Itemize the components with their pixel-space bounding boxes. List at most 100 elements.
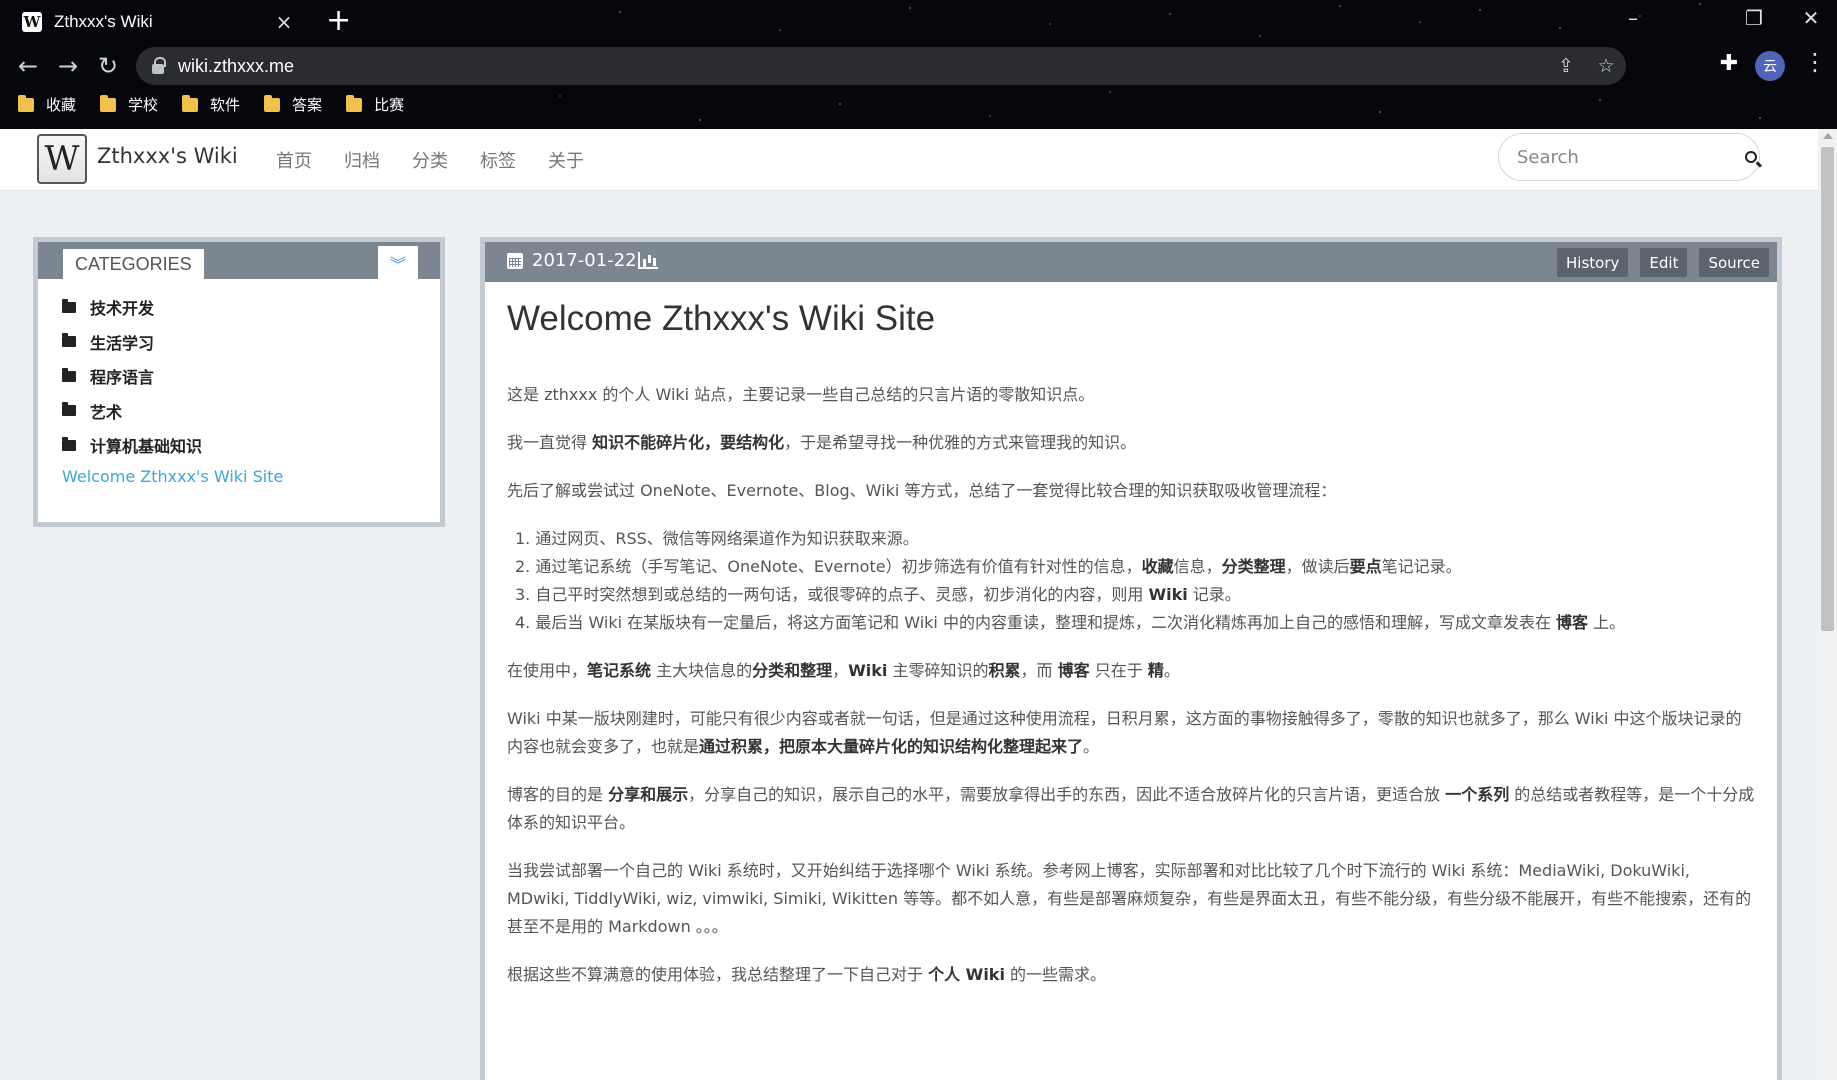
page-scrollbar[interactable] xyxy=(1818,129,1837,1080)
bold-text: 博客 xyxy=(1556,613,1589,632)
search-button[interactable] xyxy=(1742,135,1759,179)
welcome-page-link[interactable]: Welcome Zthxxx's Wiki Site xyxy=(62,467,283,486)
nav-links: 首页 归档 分类 标签 关于 xyxy=(276,147,616,173)
workflow-steps: 1. 通过网页、RSS、微信等网络渠道作为知识获取来源。 2. 通过笔记系统（手写… xyxy=(515,525,1757,637)
folder-icon xyxy=(62,402,76,417)
bold-text: 收藏 xyxy=(1141,557,1174,576)
nav-home[interactable]: 首页 xyxy=(276,147,312,173)
bookmark-folder[interactable]: 软件 xyxy=(182,94,240,115)
address-bar[interactable]: wiki.zthxxx.me ⇪ ☆ xyxy=(136,47,1626,85)
browser-menu-icon[interactable]: ⋮ xyxy=(1800,48,1830,76)
wiki-logo[interactable]: W xyxy=(37,134,87,184)
bar-chart-icon[interactable] xyxy=(638,252,658,269)
step-item: 4. 最后当 Wiki 在某版块有一定量后，将这方面笔记和 Wiki 中的内容重… xyxy=(515,613,1626,632)
paragraph: 先后了解或尝试过 OneNote、Evernote、Blog、Wiki 等方式，… xyxy=(507,481,1337,500)
bookmark-label: 学校 xyxy=(128,96,159,114)
bold-text: 积累 xyxy=(988,661,1021,680)
step-item: 3. 自己平时突然想到或总结的一两句话，或很零碎的点子、灵感，初步消化的内容，则… xyxy=(515,585,1241,604)
folder-icon xyxy=(18,94,34,112)
category-item[interactable]: 艺术 xyxy=(62,394,283,429)
step-item: 1. 通过网页、RSS、微信等网络渠道作为知识获取来源。 xyxy=(515,529,919,548)
minimize-icon[interactable]: – xyxy=(1613,6,1653,30)
article-actions: History Edit Source xyxy=(1545,248,1769,277)
bookmark-folder[interactable]: 收藏 xyxy=(18,94,76,115)
bookmark-star-icon[interactable]: ☆ xyxy=(1586,55,1626,77)
share-icon[interactable]: ⇪ xyxy=(1546,55,1586,77)
close-window-icon[interactable]: ✕ xyxy=(1791,6,1831,30)
history-button[interactable]: History xyxy=(1557,248,1629,277)
category-item[interactable]: 计算机基础知识 xyxy=(62,428,283,463)
source-button[interactable]: Source xyxy=(1699,248,1769,277)
reload-icon[interactable]: ↻ xyxy=(92,52,124,80)
bold-text: 笔记系统 xyxy=(587,661,652,680)
double-chevron-down-icon: ︾ xyxy=(389,254,406,274)
folder-icon xyxy=(264,94,281,112)
nav-about[interactable]: 关于 xyxy=(548,147,584,173)
bookmark-label: 软件 xyxy=(210,96,241,114)
bold-text: Wiki xyxy=(1148,585,1188,604)
category-label: 程序语言 xyxy=(90,368,155,388)
search-input[interactable] xyxy=(1517,146,1742,168)
category-item[interactable]: 程序语言 xyxy=(62,359,283,394)
folder-icon xyxy=(346,94,363,112)
edit-button[interactable]: Edit xyxy=(1640,248,1688,277)
folder-icon xyxy=(62,367,76,382)
article-title: Welcome Zthxxx's Wiki Site xyxy=(507,299,936,338)
bold-text: 精 xyxy=(1147,661,1164,680)
search-box xyxy=(1498,133,1760,181)
categories-panel: CATEGORIES ︾ 技术开发 生活学习 程序语言 艺术 计算机基础知识 W… xyxy=(33,237,445,527)
bookmark-label: 比赛 xyxy=(374,96,405,114)
bookmark-label: 答案 xyxy=(292,96,323,114)
scroll-thumb[interactable] xyxy=(1821,147,1834,631)
category-item[interactable]: 生活学习 xyxy=(62,325,283,360)
category-item[interactable]: 技术开发 xyxy=(62,290,283,325)
bookmark-folder[interactable]: 学校 xyxy=(100,94,158,115)
paragraph: Wiki 中某一版块刚建时，可能只有很少内容或者就一句话，但是通过这种使用流程，… xyxy=(507,709,1742,756)
new-tab-icon[interactable]: + xyxy=(326,6,351,36)
bold-text: 通过积累，把原本大量碎片化的知识结构化整理起来了 xyxy=(699,737,1084,756)
tab-title: Zthxxx's Wiki xyxy=(54,12,153,31)
scroll-up-icon[interactable] xyxy=(1823,133,1833,139)
site-navbar: W Zthxxx's Wiki 首页 归档 分类 标签 关于 xyxy=(0,129,1818,191)
intro-paragraphs: 这是 zthxxx 的个人 Wiki 站点，主要记录一些自己总结的只言片语的零散… xyxy=(507,381,1757,505)
close-tab-icon[interactable]: × xyxy=(274,10,294,34)
nav-categories[interactable]: 分类 xyxy=(412,147,448,173)
nav-archive[interactable]: 归档 xyxy=(344,147,380,173)
bookmarks-bar: 收藏 学校 软件 答案 比赛 xyxy=(18,94,428,115)
extensions-icon[interactable]: ✚ xyxy=(1712,51,1746,76)
body-paragraphs: 在使用中，笔记系统 主大块信息的分类和整理，Wiki 主零碎知识的积累，而 博客… xyxy=(507,657,1757,989)
article-date: 2017-01-22 xyxy=(532,250,637,271)
categories-title: CATEGORIES xyxy=(63,249,204,279)
folder-icon xyxy=(62,436,76,451)
collapse-button[interactable]: ︾ xyxy=(378,246,418,279)
nav-tags[interactable]: 标签 xyxy=(480,147,516,173)
browser-tab[interactable]: W Zthxxx's Wiki × xyxy=(10,4,306,40)
wiki-favicon-icon: W xyxy=(22,12,42,32)
category-label: 艺术 xyxy=(90,402,123,422)
back-icon[interactable]: ← xyxy=(12,52,44,80)
paragraph: 当我尝试部署一个自己的 Wiki 系统时，又开始纠结于选择哪个 Wiki 系统。… xyxy=(507,861,1752,936)
profile-avatar[interactable]: 云 xyxy=(1755,51,1785,81)
web-page: W Zthxxx's Wiki 首页 归档 分类 标签 关于 CATEGORIE… xyxy=(0,129,1818,1080)
paragraph: 博客的目的是 分享和展示，分享自己的知识，展示自己的水平，需要放拿得出手的东西，… xyxy=(507,785,1755,832)
calendar-icon xyxy=(507,253,523,269)
paragraph: 在使用中，笔记系统 主大块信息的分类和整理，Wiki 主零碎知识的积累，而 博客… xyxy=(507,661,1180,680)
bookmark-folder[interactable]: 答案 xyxy=(264,94,322,115)
bold-text: Wiki xyxy=(848,661,888,680)
categories-header: CATEGORIES ︾ xyxy=(38,242,440,279)
article-header: 2017-01-22 History Edit Source xyxy=(485,242,1777,282)
article-content: Welcome Zthxxx's Wiki Site 这是 zthxxx 的个人… xyxy=(507,297,1757,1009)
bold-text: 博客 xyxy=(1057,661,1090,680)
restore-icon[interactable]: ❐ xyxy=(1734,6,1774,30)
site-name[interactable]: Zthxxx's Wiki xyxy=(97,144,238,168)
url-text[interactable]: wiki.zthxxx.me xyxy=(178,56,1546,77)
bookmark-folder[interactable]: 比赛 xyxy=(346,94,404,115)
bold-text: 一个系列 xyxy=(1445,785,1510,804)
folder-icon xyxy=(62,298,76,313)
step-item: 2. 通过笔记系统（手写笔记、OneNote、Evernote）初步筛选有价值有… xyxy=(515,557,1462,576)
forward-icon[interactable]: → xyxy=(52,52,84,80)
search-icon xyxy=(1744,151,1757,163)
category-label: 技术开发 xyxy=(90,299,155,319)
bold-text: 分享和展示 xyxy=(608,785,689,804)
bold-text: 要点 xyxy=(1349,557,1382,576)
